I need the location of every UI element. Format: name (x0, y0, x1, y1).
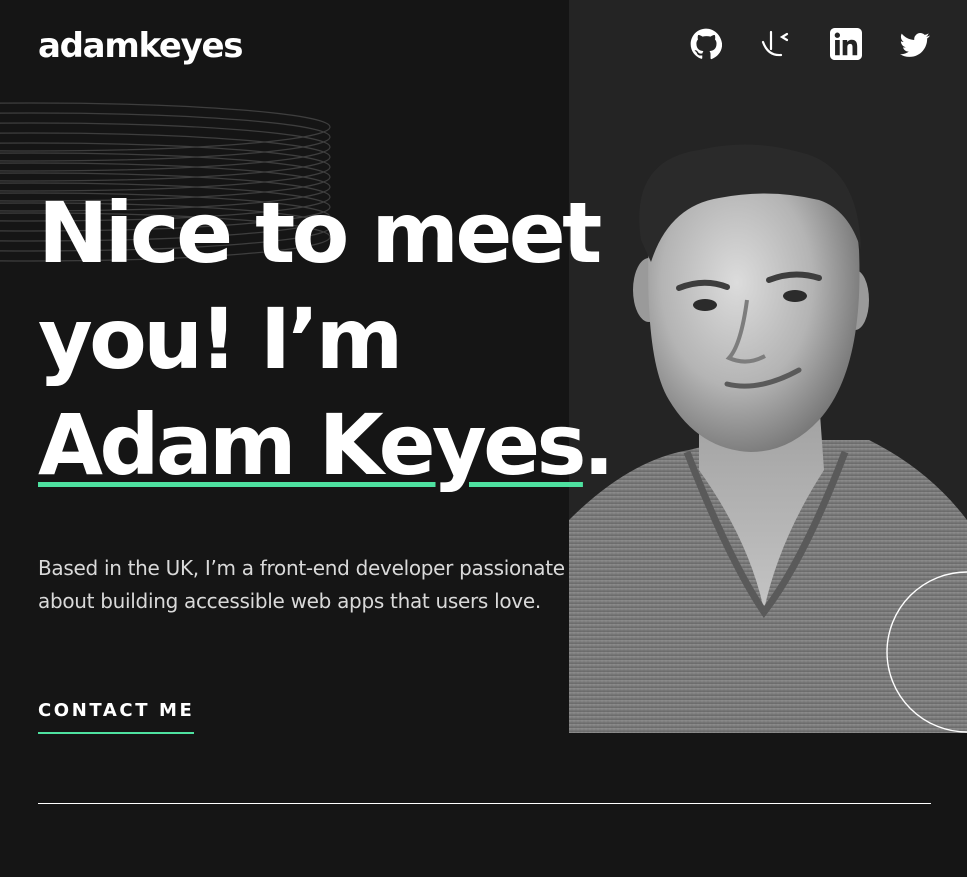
github-icon[interactable] (690, 28, 726, 64)
hero-title-line-1: Nice to meet (38, 184, 602, 282)
hero-name: Adam Keyes (38, 396, 587, 494)
contact-me-link[interactable]: CONTACT ME (38, 698, 195, 734)
hero-title-line-2: you! I’m (38, 290, 403, 388)
hero-title-line-3: Adam Keyes. (38, 392, 615, 498)
profile-photo (569, 0, 967, 733)
hero-description: Based in the UK, I’m a front-end develop… (38, 556, 565, 613)
logo[interactable]: adamkeyes (38, 22, 243, 70)
hero-title-period: . (582, 396, 615, 494)
section-divider (38, 803, 931, 804)
linkedin-icon[interactable] (830, 28, 866, 64)
social-links (688, 28, 933, 64)
hero-title: Nice to meet you! I’m Adam Keyes. (38, 180, 615, 498)
twitter-icon[interactable] (900, 28, 936, 64)
frontend-mentor-icon[interactable] (760, 28, 796, 64)
